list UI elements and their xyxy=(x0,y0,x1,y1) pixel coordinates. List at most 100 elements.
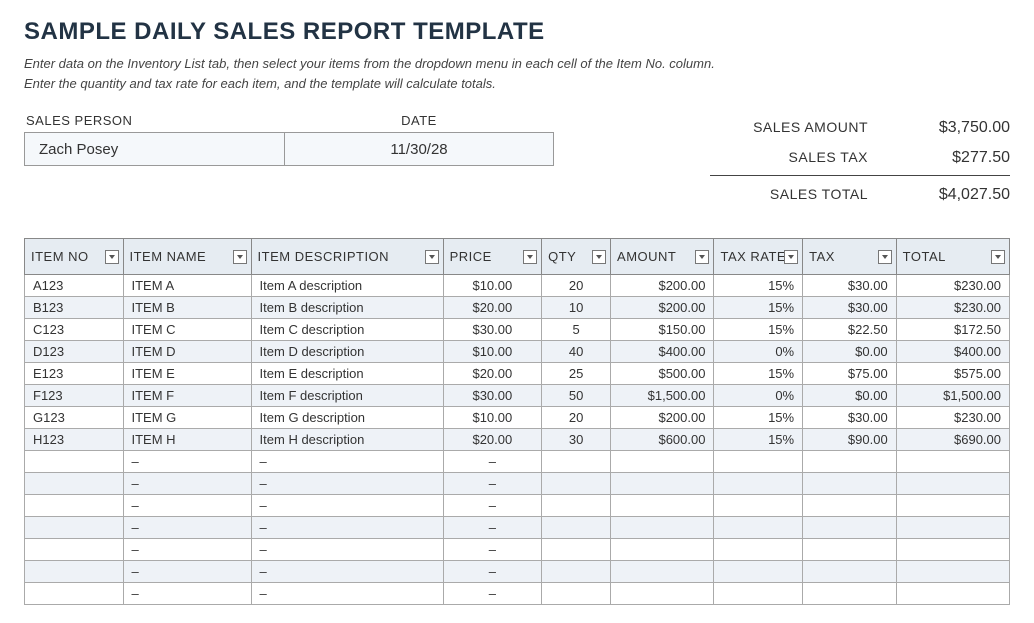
cell-qty[interactable] xyxy=(542,451,611,473)
cell-qty[interactable]: 50 xyxy=(542,385,611,407)
cell-item-no[interactable] xyxy=(25,517,124,539)
cell-item-no[interactable]: G123 xyxy=(25,407,124,429)
cell-item-desc[interactable]: – xyxy=(251,539,443,561)
cell-qty[interactable]: 20 xyxy=(542,275,611,297)
cell-qty[interactable] xyxy=(542,495,611,517)
cell-item-name[interactable]: ITEM E xyxy=(123,363,251,385)
cell-price[interactable]: $10.00 xyxy=(443,275,542,297)
cell-item-desc[interactable]: Item H description xyxy=(251,429,443,451)
cell-item-name[interactable]: – xyxy=(123,517,251,539)
cell-tax-rate[interactable]: 15% xyxy=(714,363,803,385)
cell-price[interactable]: $20.00 xyxy=(443,363,542,385)
cell-item-name[interactable]: – xyxy=(123,583,251,605)
cell-item-desc[interactable]: Item G description xyxy=(251,407,443,429)
cell-item-name[interactable]: – xyxy=(123,539,251,561)
cell-tax-rate[interactable] xyxy=(714,451,803,473)
cell-item-no[interactable]: D123 xyxy=(25,341,124,363)
cell-item-desc[interactable]: – xyxy=(251,583,443,605)
cell-tax-rate[interactable]: 15% xyxy=(714,407,803,429)
cell-price[interactable]: $30.00 xyxy=(443,319,542,341)
col-price[interactable]: PRICE xyxy=(443,239,542,275)
cell-item-no[interactable]: H123 xyxy=(25,429,124,451)
cell-qty[interactable] xyxy=(542,583,611,605)
cell-qty[interactable]: 25 xyxy=(542,363,611,385)
cell-tax-rate[interactable]: 15% xyxy=(714,429,803,451)
cell-tax-rate[interactable]: 15% xyxy=(714,297,803,319)
cell-item-name[interactable]: ITEM H xyxy=(123,429,251,451)
cell-item-name[interactable]: ITEM F xyxy=(123,385,251,407)
cell-price[interactable]: $20.00 xyxy=(443,297,542,319)
cell-price[interactable]: $30.00 xyxy=(443,385,542,407)
cell-item-name[interactable]: ITEM B xyxy=(123,297,251,319)
cell-item-no[interactable]: C123 xyxy=(25,319,124,341)
cell-tax-rate[interactable]: 0% xyxy=(714,341,803,363)
cell-tax-rate[interactable] xyxy=(714,561,803,583)
cell-item-name[interactable]: ITEM D xyxy=(123,341,251,363)
filter-icon[interactable] xyxy=(105,250,119,264)
date-cell[interactable]: 11/30/28 xyxy=(285,141,553,158)
cell-tax-rate[interactable]: 15% xyxy=(714,319,803,341)
cell-item-no[interactable]: E123 xyxy=(25,363,124,385)
cell-item-desc[interactable]: Item A description xyxy=(251,275,443,297)
cell-item-name[interactable]: – xyxy=(123,495,251,517)
cell-item-desc[interactable]: – xyxy=(251,495,443,517)
cell-item-no[interactable]: B123 xyxy=(25,297,124,319)
cell-tax-rate[interactable] xyxy=(714,495,803,517)
col-item-no[interactable]: ITEM NO xyxy=(25,239,124,275)
cell-price[interactable]: – xyxy=(443,561,542,583)
cell-item-no[interactable] xyxy=(25,495,124,517)
cell-tax-rate[interactable] xyxy=(714,473,803,495)
cell-item-name[interactable]: ITEM A xyxy=(123,275,251,297)
cell-item-name[interactable]: – xyxy=(123,473,251,495)
col-tax[interactable]: TAX xyxy=(803,239,897,275)
cell-item-no[interactable] xyxy=(25,473,124,495)
cell-qty[interactable] xyxy=(542,517,611,539)
cell-price[interactable]: – xyxy=(443,517,542,539)
col-qty[interactable]: QTY xyxy=(542,239,611,275)
cell-item-desc[interactable]: – xyxy=(251,473,443,495)
filter-icon[interactable] xyxy=(784,250,798,264)
cell-tax-rate[interactable]: 15% xyxy=(714,275,803,297)
cell-price[interactable]: $20.00 xyxy=(443,429,542,451)
cell-tax-rate[interactable] xyxy=(714,517,803,539)
col-item-desc[interactable]: ITEM DESCRIPTION xyxy=(251,239,443,275)
col-item-name[interactable]: ITEM NAME xyxy=(123,239,251,275)
cell-item-name[interactable]: ITEM C xyxy=(123,319,251,341)
cell-item-name[interactable]: – xyxy=(123,451,251,473)
cell-item-desc[interactable]: Item F description xyxy=(251,385,443,407)
cell-qty[interactable] xyxy=(542,473,611,495)
cell-qty[interactable]: 20 xyxy=(542,407,611,429)
cell-item-no[interactable]: F123 xyxy=(25,385,124,407)
cell-item-desc[interactable]: Item C description xyxy=(251,319,443,341)
cell-item-name[interactable]: – xyxy=(123,561,251,583)
cell-item-desc[interactable]: – xyxy=(251,561,443,583)
cell-price[interactable]: – xyxy=(443,495,542,517)
filter-icon[interactable] xyxy=(523,250,537,264)
cell-qty[interactable] xyxy=(542,561,611,583)
filter-icon[interactable] xyxy=(592,250,606,264)
filter-icon[interactable] xyxy=(878,250,892,264)
cell-tax-rate[interactable] xyxy=(714,539,803,561)
sales-person-cell[interactable]: Zach Posey xyxy=(25,133,285,165)
cell-item-no[interactable] xyxy=(25,451,124,473)
col-total[interactable]: TOTAL xyxy=(896,239,1009,275)
filter-icon[interactable] xyxy=(695,250,709,264)
cell-qty[interactable]: 10 xyxy=(542,297,611,319)
cell-item-desc[interactable]: – xyxy=(251,451,443,473)
cell-item-desc[interactable]: Item B description xyxy=(251,297,443,319)
cell-item-name[interactable]: ITEM G xyxy=(123,407,251,429)
filter-icon[interactable] xyxy=(991,250,1005,264)
cell-price[interactable]: – xyxy=(443,451,542,473)
cell-item-no[interactable] xyxy=(25,583,124,605)
cell-item-no[interactable] xyxy=(25,561,124,583)
cell-tax-rate[interactable]: 0% xyxy=(714,385,803,407)
cell-price[interactable]: $10.00 xyxy=(443,341,542,363)
cell-price[interactable]: – xyxy=(443,583,542,605)
cell-qty[interactable]: 30 xyxy=(542,429,611,451)
cell-item-desc[interactable]: Item D description xyxy=(251,341,443,363)
col-tax-rate[interactable]: TAX RATE xyxy=(714,239,803,275)
filter-icon[interactable] xyxy=(425,250,439,264)
cell-tax-rate[interactable] xyxy=(714,583,803,605)
cell-item-no[interactable]: A123 xyxy=(25,275,124,297)
cell-item-desc[interactable]: – xyxy=(251,517,443,539)
